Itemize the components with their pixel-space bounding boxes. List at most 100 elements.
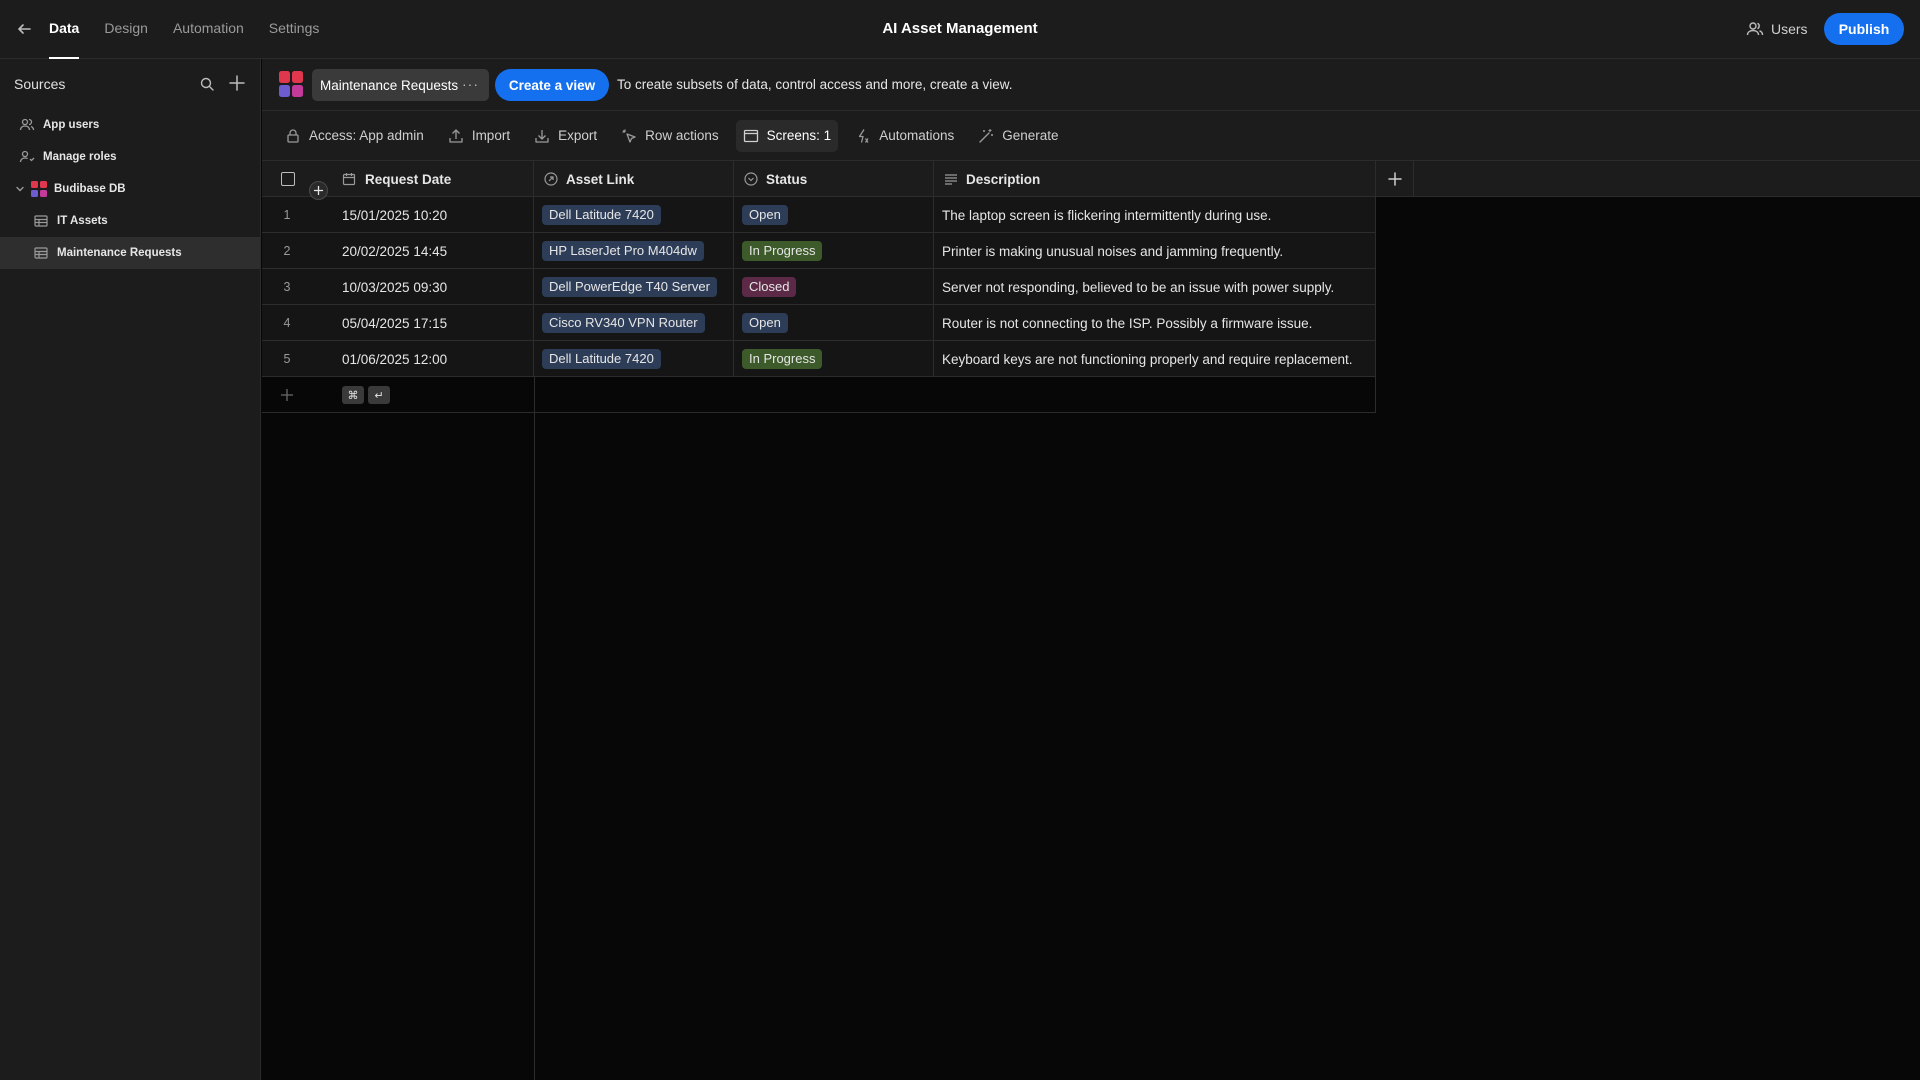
- sidebar-header: Sources: [0, 59, 260, 109]
- screens-button[interactable]: Screens: 1: [735, 119, 839, 152]
- request-date-cell[interactable]: 15/01/2025 10:20: [312, 197, 534, 233]
- column-header-status[interactable]: Status: [734, 161, 934, 197]
- generate-button[interactable]: Generate: [971, 120, 1065, 152]
- table-row[interactable]: 4 05/04/2025 17:15 Cisco RV340 VPN Route…: [262, 305, 1376, 341]
- add-row-above-icon[interactable]: [309, 181, 328, 200]
- sidebar: Sources App users Manage roles Budibase …: [0, 59, 261, 1080]
- select-all-checkbox[interactable]: [281, 172, 295, 186]
- sidebar-item-label: Manage roles: [43, 151, 117, 163]
- table-icon: [33, 213, 49, 229]
- automation-icon: [855, 128, 871, 144]
- users-icon: [1746, 21, 1764, 37]
- sidebar-item-manage-roles[interactable]: Manage roles: [0, 141, 260, 173]
- table-name-pill[interactable]: Maintenance Requests ···: [312, 69, 489, 101]
- more-options-icon[interactable]: ···: [462, 76, 479, 92]
- asset-link-cell[interactable]: HP LaserJet Pro M404dw: [534, 233, 734, 269]
- asset-link-chip[interactable]: Cisco RV340 VPN Router: [542, 313, 705, 333]
- add-column-cell: [1376, 161, 1414, 197]
- row-number: 4: [283, 316, 291, 330]
- description-cell[interactable]: Keyboard keys are not functioning proper…: [934, 341, 1376, 377]
- export-label: Export: [558, 128, 598, 143]
- sidebar-item-app-users[interactable]: App users: [0, 109, 260, 141]
- enter-key-icon: ↵: [368, 386, 390, 404]
- column-header-label: Asset Link: [566, 171, 635, 187]
- publish-button[interactable]: Publish: [1824, 13, 1904, 45]
- status-cell[interactable]: In Progress: [734, 341, 934, 377]
- asset-link-chip[interactable]: Dell Latitude 7420: [542, 205, 661, 225]
- command-key-icon: ⌘: [342, 386, 364, 404]
- column-header-description[interactable]: Description: [934, 161, 1376, 197]
- add-column-icon[interactable]: [1386, 170, 1404, 188]
- description-cell[interactable]: Router is not connecting to the ISP. Pos…: [934, 305, 1376, 341]
- main-panel: Maintenance Requests ··· Create a view T…: [262, 59, 1920, 1080]
- generate-label: Generate: [1002, 128, 1059, 143]
- asset-link-cell[interactable]: Cisco RV340 VPN Router: [534, 305, 734, 341]
- sidebar-item-it-assets[interactable]: IT Assets: [0, 205, 260, 237]
- status-cell[interactable]: Open: [734, 197, 934, 233]
- row-actions-label: Row actions: [645, 128, 719, 143]
- import-label: Import: [471, 128, 511, 143]
- create-view-button[interactable]: Create a view: [495, 69, 609, 101]
- sidebar-item-budibase-db[interactable]: Budibase DB: [0, 173, 260, 205]
- asset-link-chip[interactable]: Dell Latitude 7420: [542, 349, 661, 369]
- user-roles-icon: [19, 149, 35, 165]
- status-cell[interactable]: Closed: [734, 269, 934, 305]
- request-date-cell[interactable]: 01/06/2025 12:00: [312, 341, 534, 377]
- select-all-header: Request Date: [262, 161, 534, 197]
- status-cell[interactable]: Open: [734, 305, 934, 341]
- table-row[interactable]: 1 15/01/2025 10:20 Dell Latitude 7420 Op…: [262, 197, 1376, 233]
- top-bar: Data Design Automation Settings AI Asset…: [0, 0, 1920, 59]
- access-button[interactable]: Access: App admin: [278, 120, 431, 152]
- row-number: 3: [283, 280, 291, 294]
- request-date-cell[interactable]: 20/02/2025 14:45: [312, 233, 534, 269]
- sidebar-item-maintenance-requests[interactable]: Maintenance Requests: [0, 237, 260, 269]
- status-cell[interactable]: In Progress: [734, 233, 934, 269]
- lock-icon: [285, 128, 301, 144]
- new-row[interactable]: ⌘ ↵: [262, 377, 1376, 413]
- export-icon: [534, 128, 550, 144]
- asset-link-cell[interactable]: Dell PowerEdge T40 Server: [534, 269, 734, 305]
- tab-automation[interactable]: Automation: [173, 0, 244, 59]
- tab-design[interactable]: Design: [104, 0, 148, 59]
- table-row[interactable]: 5 01/06/2025 12:00 Dell Latitude 7420 In…: [262, 341, 1376, 377]
- asset-link-cell[interactable]: Dell Latitude 7420: [534, 197, 734, 233]
- column-divider: [1375, 377, 1376, 413]
- budibase-logo-icon: [278, 70, 304, 98]
- asset-link-chip[interactable]: Dell PowerEdge T40 Server: [542, 277, 717, 297]
- column-header-request-date[interactable]: Request Date: [365, 172, 451, 187]
- users-icon: [19, 117, 35, 133]
- table-row[interactable]: 3 10/03/2025 09:30 Dell PowerEdge T40 Se…: [262, 269, 1376, 305]
- request-date-cell[interactable]: 05/04/2025 17:15: [312, 305, 534, 341]
- description-cell[interactable]: The laptop screen is flickering intermit…: [934, 197, 1376, 233]
- column-header-asset-link[interactable]: Asset Link: [534, 161, 734, 197]
- status-badge: Open: [742, 313, 788, 333]
- automations-button[interactable]: Automations: [848, 120, 961, 152]
- row-actions-button[interactable]: Row actions: [614, 120, 726, 152]
- row-number: 1: [283, 208, 291, 222]
- sidebar-title: Sources: [14, 76, 66, 92]
- back-arrow-icon[interactable]: [14, 19, 34, 39]
- add-row-icon[interactable]: [279, 387, 295, 403]
- magic-wand-icon: [978, 128, 994, 144]
- table-icon: [33, 245, 49, 261]
- import-button[interactable]: Import: [441, 120, 517, 152]
- users-button[interactable]: Users: [1746, 17, 1808, 41]
- column-header-label: Status: [766, 171, 808, 187]
- search-icon[interactable]: [199, 76, 215, 92]
- asset-link-chip[interactable]: HP LaserJet Pro M404dw: [542, 241, 704, 261]
- asset-link-cell[interactable]: Dell Latitude 7420: [534, 341, 734, 377]
- export-button[interactable]: Export: [527, 120, 604, 152]
- cursor-click-icon: [621, 128, 637, 144]
- chevron-down-icon[interactable]: [14, 183, 26, 195]
- add-source-icon[interactable]: [228, 74, 246, 92]
- table-row[interactable]: 2 20/02/2025 14:45 HP LaserJet Pro M404d…: [262, 233, 1376, 269]
- request-date-cell[interactable]: 10/03/2025 09:30: [312, 269, 534, 305]
- users-label: Users: [1771, 21, 1808, 37]
- sidebar-item-label: App users: [43, 119, 100, 131]
- description-cell[interactable]: Printer is making unusual noises and jam…: [934, 233, 1376, 269]
- tab-settings[interactable]: Settings: [269, 0, 320, 59]
- access-label: Access: App admin: [309, 128, 424, 143]
- grid-toolbar: Access: App admin Import Export Row acti…: [262, 111, 1920, 161]
- tab-data[interactable]: Data: [49, 0, 80, 59]
- description-cell[interactable]: Server not responding, believed to be an…: [934, 269, 1376, 305]
